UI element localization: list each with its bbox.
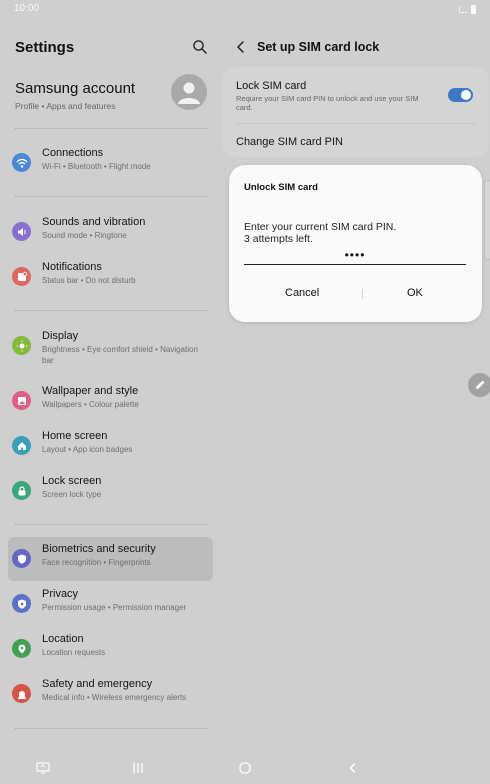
- dialog-title: Unlock SIM card: [244, 182, 318, 193]
- item-title: Notifications: [42, 261, 102, 273]
- item-subtitle: Sound mode • Ringtone: [42, 231, 127, 240]
- recent-apps-panel-icon[interactable]: [33, 758, 53, 778]
- account-title: Samsung account: [15, 80, 136, 97]
- sidebar-item-sounds[interactable]: Sounds and vibration Sound mode • Ringto…: [8, 210, 213, 254]
- image-icon: [12, 391, 31, 410]
- lock-sim-toggle[interactable]: [448, 88, 473, 102]
- shield-icon: [12, 549, 31, 568]
- item-subtitle: Permission usage • Permission manager: [42, 603, 187, 612]
- settings-list-pane: Settings Samsung account Profile • Apps …: [0, 0, 224, 784]
- avatar[interactable]: [171, 74, 207, 110]
- lock-sim-subtitle: Require your SIM card PIN to unlock and …: [236, 94, 419, 112]
- pencil-icon: [476, 380, 485, 389]
- item-title: Wallpaper and style: [42, 385, 139, 397]
- home-button-icon[interactable]: [235, 758, 255, 778]
- sidebar-item-location[interactable]: Location Location requests: [8, 627, 213, 671]
- samsung-account-item[interactable]: Samsung account Profile • Apps and featu…: [15, 80, 135, 111]
- item-subtitle: Brightness • Eye comfort shield • Naviga…: [42, 345, 198, 365]
- location-pin-icon: [12, 639, 31, 658]
- item-subtitle: Face recognition • Fingerprints: [42, 558, 151, 567]
- person-icon: [178, 82, 200, 104]
- item-subtitle: Medical info • Wireless emergency alerts: [42, 693, 187, 702]
- dialog-message: Enter your current SIM card PIN. 3 attem…: [244, 221, 396, 245]
- divider: [15, 524, 207, 525]
- settings-title: Settings: [15, 39, 75, 56]
- back-arrow-icon[interactable]: [234, 40, 248, 54]
- item-subtitle: Screen lock type: [42, 490, 102, 499]
- sidebar-item-privacy[interactable]: Privacy Permission usage • Permission ma…: [8, 582, 213, 626]
- item-title: Location: [42, 633, 84, 645]
- lock-sim-title[interactable]: Lock SIM card: [236, 80, 306, 92]
- sidebar-item-lock-screen[interactable]: Lock screen Screen lock type: [8, 469, 213, 513]
- signal-icon: [459, 5, 467, 13]
- divider: [15, 310, 207, 311]
- page-title: Set up SIM card lock: [257, 40, 380, 54]
- edit-fab[interactable]: [468, 373, 490, 397]
- item-title: Connections: [42, 147, 104, 159]
- dialog-message-line: 3 attempts left.: [244, 233, 313, 245]
- item-title: Safety and emergency: [42, 678, 153, 690]
- divider: [15, 128, 207, 129]
- item-subtitle: Layout • App icon badges: [42, 445, 133, 454]
- cancel-button[interactable]: Cancel: [285, 287, 319, 299]
- pin-input[interactable]: [244, 246, 466, 265]
- recents-button-icon[interactable]: [128, 758, 148, 778]
- search-icon[interactable]: [192, 39, 208, 55]
- status-icons: [459, 3, 476, 15]
- item-title: Home screen: [42, 430, 108, 442]
- edge-panel-handle[interactable]: [484, 180, 490, 260]
- ok-button[interactable]: OK: [407, 287, 423, 299]
- button-separator: [362, 289, 363, 299]
- privacy-icon: [12, 594, 31, 613]
- item-title: Sounds and vibration: [42, 216, 146, 228]
- toggle-knob: [461, 90, 471, 100]
- item-subtitle: Location requests: [42, 648, 106, 657]
- navigation-bar: [0, 752, 490, 784]
- home-icon: [12, 436, 31, 455]
- item-title: Display: [42, 330, 79, 342]
- item-subtitle: Status bar • Do not disturb: [42, 276, 136, 285]
- sidebar-item-connections[interactable]: Connections Wi-Fi • Bluetooth • Flight m…: [8, 141, 213, 185]
- wifi-icon: [12, 153, 31, 172]
- divider: [15, 728, 207, 729]
- emergency-icon: [12, 684, 31, 703]
- item-subtitle: Wi-Fi • Bluetooth • Flight mode: [42, 162, 151, 171]
- item-title: Lock screen: [42, 475, 102, 487]
- account-subtitle: Profile • Apps and features: [15, 101, 116, 111]
- unlock-sim-dialog: Unlock SIM card Enter your current SIM c…: [229, 165, 482, 322]
- item-title: Biometrics and security: [42, 543, 156, 555]
- change-sim-pin-item[interactable]: Change SIM card PIN: [236, 136, 343, 148]
- battery-icon: [471, 4, 476, 14]
- sidebar-item-display[interactable]: Display Brightness • Eye comfort shield …: [8, 324, 213, 368]
- back-button-icon[interactable]: [343, 758, 363, 778]
- sidebar-item-wallpaper[interactable]: Wallpaper and style Wallpapers • Colour …: [8, 379, 213, 423]
- card-divider: [236, 123, 476, 124]
- sidebar-item-home-screen[interactable]: Home screen Layout • App icon badges: [8, 424, 213, 468]
- sun-icon: [12, 336, 31, 355]
- lock-icon: [12, 481, 31, 500]
- dialog-message-line: Enter your current SIM card PIN.: [244, 221, 397, 233]
- bell-icon: [12, 267, 31, 286]
- item-title: Privacy: [42, 588, 79, 600]
- sidebar-item-safety[interactable]: Safety and emergency Medical info • Wire…: [8, 672, 213, 716]
- sidebar-item-biometrics[interactable]: Biometrics and security Face recognition…: [8, 537, 213, 581]
- sidebar-item-notifications[interactable]: Notifications Status bar • Do not distur…: [8, 255, 213, 299]
- divider: [15, 196, 207, 197]
- item-subtitle: Wallpapers • Colour palette: [42, 400, 139, 409]
- volume-icon: [12, 222, 31, 241]
